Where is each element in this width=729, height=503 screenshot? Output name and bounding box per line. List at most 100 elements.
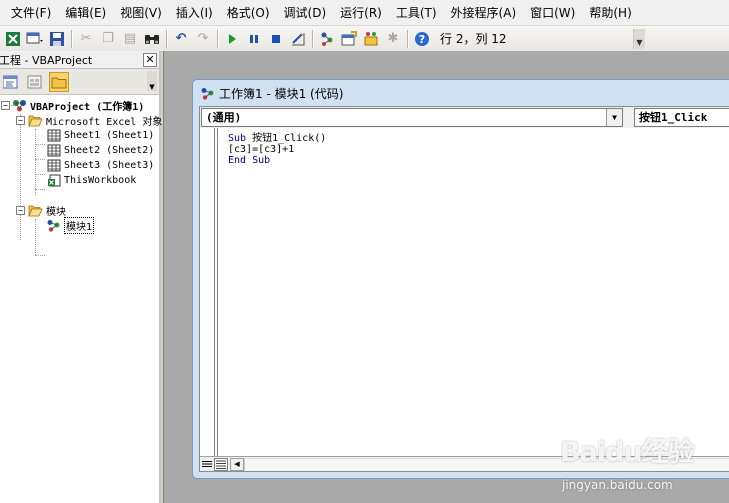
- find-icon[interactable]: [141, 28, 163, 50]
- menu-insert[interactable]: 插入(I): [169, 0, 220, 26]
- cursor-position-status: 行 2，列 12: [440, 31, 507, 46]
- module-icon: [200, 87, 215, 100]
- menu-window[interactable]: 窗口(W): [523, 0, 582, 26]
- code-window-title-bar[interactable]: 工作簿1 - 模块1 (代码): [193, 80, 729, 106]
- mdi-client-area: 工作簿1 - 模块1 (代码) (通用) ▼ 按钮1_Click Sub 按钮1…: [163, 51, 729, 503]
- project-explorer: 工程 - VBAProject ✕ ▼ − VBAProject (工作簿1) …: [0, 51, 162, 503]
- code-line: Sub 按钮1_Click(): [228, 133, 729, 144]
- menu-run[interactable]: 运行(R): [333, 0, 389, 26]
- tree-line: [35, 174, 45, 175]
- standard-toolbar: ✂ ❐ ▤ ↶ ↷ ✱ ? 行 2，列 12 ▼: [0, 26, 729, 52]
- toolbar-options-icon[interactable]: ▼: [633, 28, 645, 49]
- procedure-view-icon[interactable]: [200, 458, 214, 471]
- undo-icon[interactable]: ↶: [170, 28, 192, 50]
- code-window[interactable]: 工作簿1 - 模块1 (代码) (通用) ▼ 按钮1_Click Sub 按钮1…: [192, 79, 729, 479]
- svg-text:?: ?: [419, 33, 425, 46]
- code-line: End Sub: [228, 155, 271, 166]
- break-icon[interactable]: [243, 28, 265, 50]
- toolbar-separator: [217, 29, 218, 48]
- project-explorer-icon[interactable]: [316, 28, 338, 50]
- tree-label: ThisWorkbook: [64, 175, 137, 186]
- paste-icon[interactable]: ▤: [119, 28, 141, 50]
- tree-node-sheet1[interactable]: Sheet1 (Sheet1): [46, 128, 154, 143]
- menu-format[interactable]: 格式(O): [220, 0, 277, 26]
- redo-icon[interactable]: ↷: [192, 28, 214, 50]
- menu-view[interactable]: 视图(V): [113, 0, 169, 26]
- tree-label: Sheet1 (Sheet1): [64, 130, 155, 141]
- tree-line: [35, 255, 45, 256]
- properties-window-icon[interactable]: [338, 28, 360, 50]
- tree-node-modules[interactable]: 模块: [28, 203, 66, 218]
- menu-addins[interactable]: 外接程序(A): [444, 0, 524, 26]
- view-code-icon[interactable]: [1, 72, 21, 92]
- menu-bar: 文件(F) 编辑(E) 视图(V) 插入(I) 格式(O) 调试(D) 运行(R…: [0, 0, 729, 26]
- insert-userform-icon[interactable]: [24, 28, 46, 50]
- worksheet-icon: [46, 144, 61, 157]
- tree-label: Sheet2 (Sheet2): [64, 145, 155, 156]
- procedure-dropdown[interactable]: 按钮1_Click: [634, 108, 729, 127]
- object-dropdown[interactable]: (通用) ▼: [201, 108, 623, 127]
- horizontal-scrollbar[interactable]: [244, 457, 729, 471]
- help-icon[interactable]: ?: [411, 28, 433, 50]
- combo-row: (通用) ▼ 按钮1_Click: [200, 107, 729, 128]
- folder-open-icon: [28, 204, 43, 217]
- tree-node-thisworkbook[interactable]: ThisWorkbook: [46, 173, 136, 188]
- design-mode-icon[interactable]: [287, 28, 309, 50]
- menu-file[interactable]: 文件(F): [4, 0, 58, 26]
- save-icon[interactable]: [46, 28, 68, 50]
- pane-toolbar-options-icon[interactable]: ▼: [147, 71, 157, 91]
- toolbar-separator: [312, 29, 313, 48]
- code-editor[interactable]: Sub 按钮1_Click() [c3]=[c3]+1 End Sub: [219, 128, 729, 456]
- workbook-icon: [46, 174, 61, 187]
- toolbox-icon[interactable]: ✱: [382, 28, 404, 50]
- tree-line: [35, 159, 45, 160]
- worksheet-icon: [46, 159, 61, 172]
- worksheet-icon: [46, 129, 61, 142]
- toolbar-separator: [71, 29, 72, 48]
- tree-collapse-toggle[interactable]: −: [1, 101, 10, 110]
- project-explorer-title-bar: 工程 - VBAProject ✕: [0, 51, 159, 69]
- toolbar-separator: [166, 29, 167, 48]
- tree-node-vbaproject[interactable]: VBAProject (工作簿1): [12, 98, 144, 113]
- tree-node-module1[interactable]: 模块1: [46, 217, 95, 234]
- tree-label: VBAProject (工作簿1): [30, 102, 145, 113]
- tree-collapse-toggle[interactable]: −: [16, 206, 25, 215]
- procedure-dropdown-value: 按钮1_Click: [639, 111, 708, 124]
- code-window-bottom-bar: ◀: [200, 456, 729, 471]
- copy-icon[interactable]: ❐: [97, 28, 119, 50]
- menu-debug[interactable]: 调试(D): [277, 0, 334, 26]
- code-line: [c3]=[c3]+1: [228, 144, 295, 155]
- tree-line: [35, 129, 36, 195]
- tree-node-excel-objects[interactable]: Microsoft Excel 对象: [28, 113, 162, 128]
- run-icon[interactable]: [221, 28, 243, 50]
- folder-open-icon: [28, 114, 43, 127]
- menu-help[interactable]: 帮助(H): [582, 0, 638, 26]
- tree-label: 模块: [46, 207, 66, 218]
- scroll-left-icon[interactable]: ◀: [230, 457, 244, 471]
- project-explorer-toolbar: ▼: [0, 69, 159, 95]
- code-window-title: 工作簿1 - 模块1 (代码): [219, 86, 344, 101]
- tree-node-sheet3[interactable]: Sheet3 (Sheet3): [46, 158, 154, 173]
- full-module-view-icon[interactable]: [214, 457, 228, 471]
- toggle-folders-icon[interactable]: [49, 71, 69, 92]
- view-object-icon[interactable]: [25, 72, 45, 92]
- margin-indicator-bar[interactable]: [200, 128, 218, 456]
- menu-tools[interactable]: 工具(T): [389, 0, 444, 26]
- close-icon[interactable]: ✕: [143, 53, 157, 67]
- tree-label: Microsoft Excel 对象: [46, 117, 163, 128]
- reset-icon[interactable]: [265, 28, 287, 50]
- tree-collapse-toggle[interactable]: −: [16, 116, 25, 125]
- module-icon: [46, 219, 61, 232]
- tree-label: Sheet3 (Sheet3): [64, 160, 155, 171]
- excel-view-icon[interactable]: [2, 28, 24, 50]
- menu-edit[interactable]: 编辑(E): [58, 0, 113, 26]
- chevron-down-icon[interactable]: ▼: [606, 109, 622, 126]
- tree-node-sheet2[interactable]: Sheet2 (Sheet2): [46, 143, 154, 158]
- cut-icon[interactable]: ✂: [75, 28, 97, 50]
- code-window-body: (通用) ▼ 按钮1_Click Sub 按钮1_Click() [c3]=[c…: [199, 106, 729, 472]
- toolbar-separator: [407, 29, 408, 48]
- object-dropdown-value: (通用): [206, 111, 242, 124]
- object-browser-icon[interactable]: [360, 28, 382, 50]
- code-keyword: Sub: [228, 133, 247, 144]
- tree-line: [35, 144, 45, 145]
